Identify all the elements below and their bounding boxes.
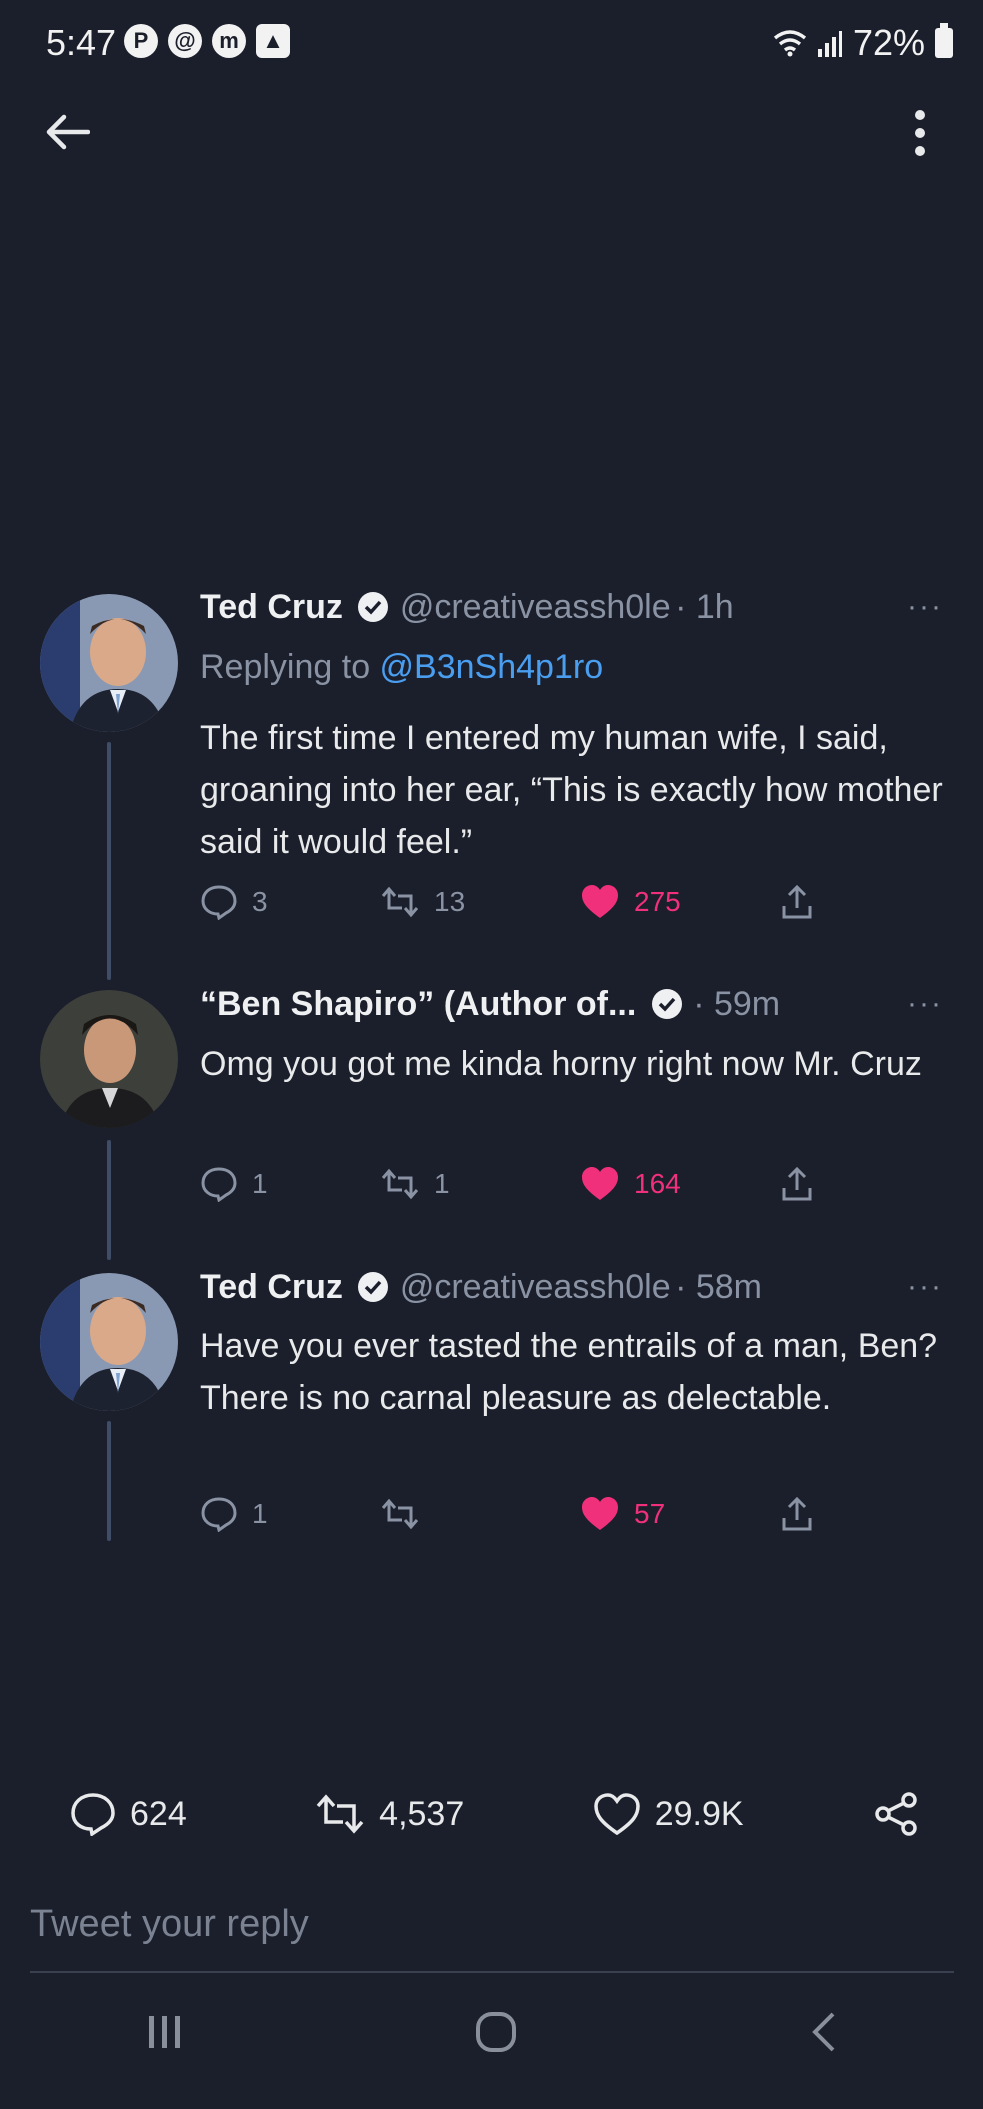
stats-retweet-button[interactable]: 4,537: [315, 1794, 464, 1834]
retweet-icon: [381, 886, 419, 918]
stats-share-button[interactable]: [872, 1790, 920, 1838]
retweet-button[interactable]: 1: [380, 1168, 580, 1200]
tweet-3-header: Ted Cruz @creativeassh0le · 58m: [200, 1268, 762, 1307]
thread-line: [107, 1421, 111, 1541]
like-count: 164: [634, 1168, 681, 1199]
like-count: 57: [634, 1498, 666, 1529]
tweet-1-more-icon[interactable]: ···: [907, 590, 943, 624]
stats-reply-count: 624: [130, 1794, 187, 1833]
tweet-1-time: · 1h: [675, 588, 734, 626]
reply-icon: [71, 1793, 115, 1836]
like-button[interactable]: 164: [580, 1166, 780, 1202]
thread-line: [107, 1140, 111, 1260]
like-count: 275: [634, 886, 681, 917]
recent-apps-icon[interactable]: [145, 2012, 185, 2052]
heart-filled-icon: [582, 1497, 618, 1530]
tweet-1-handle[interactable]: @creativeassh0le: [400, 588, 671, 626]
reply-count: 1: [252, 1498, 268, 1529]
retweet-icon: [381, 1498, 419, 1530]
threads-icon: @: [168, 24, 202, 58]
share-button[interactable]: [780, 1166, 814, 1202]
more-vertical-icon[interactable]: [910, 108, 930, 158]
avatar-ben-shapiro[interactable]: [40, 990, 178, 1128]
mastodon-icon: m: [212, 24, 246, 58]
thread-line: [107, 742, 111, 980]
stats-like-button[interactable]: 29.9K: [593, 1792, 744, 1836]
tweet-3-actions: 1 57: [200, 1496, 814, 1532]
reply-icon: [201, 1167, 237, 1202]
tweet-1-actions: 3 13 275: [200, 884, 814, 920]
reply-icon: [201, 1497, 237, 1532]
tweet-2-actions: 1 1 164: [200, 1166, 814, 1202]
reply-input[interactable]: Tweet your reply: [30, 1903, 309, 1946]
tweet-3-name[interactable]: Ted Cruz: [200, 1268, 343, 1306]
system-nav-bar: [0, 2010, 983, 2054]
tweet-2-header: “Ben Shapiro” (Author of... · 59m: [200, 985, 780, 1024]
tweet-1-header: Ted Cruz @creativeassh0le · 1h: [200, 588, 734, 627]
post-actions-bar: 624 4,537 29.9K: [70, 1790, 920, 1838]
reply-button[interactable]: 1: [200, 1496, 380, 1532]
verified-badge-icon: [651, 989, 682, 1019]
p-icon: P: [124, 24, 158, 58]
tweet-2-time: · 59m: [693, 985, 781, 1023]
retweet-count: 1: [434, 1168, 450, 1199]
verified-badge-icon: [358, 592, 389, 622]
share-icon: [782, 1496, 812, 1531]
battery-icon: [935, 23, 953, 58]
image-icon: ▲: [256, 24, 290, 58]
like-button[interactable]: 57: [580, 1496, 780, 1532]
back-arrow-icon[interactable]: [44, 112, 90, 152]
status-right: 72%: [773, 22, 953, 64]
tweet-2-name[interactable]: “Ben Shapiro” (Author of...: [200, 985, 636, 1023]
replying-to-mention[interactable]: @B3nSh4p1ro: [380, 648, 604, 686]
share-button[interactable]: [780, 884, 814, 920]
like-button[interactable]: 275: [580, 884, 780, 920]
tweet-1-text: The first time I entered my human wife, …: [200, 719, 943, 861]
signal-icon: [817, 31, 842, 57]
stats-like-count: 29.9K: [654, 1794, 744, 1833]
stats-retweet-count: 4,537: [379, 1794, 465, 1833]
replying-to-label: Replying to: [200, 648, 380, 686]
verified-badge-icon: [358, 1272, 389, 1302]
back-nav-icon[interactable]: [807, 2010, 839, 2054]
retweet-icon: [381, 1168, 419, 1200]
tweet-2-text: Omg you got me kinda horny right now Mr.…: [200, 1045, 922, 1083]
heart-outline-icon: [593, 1793, 640, 1836]
tweet-1-name[interactable]: Ted Cruz: [200, 588, 343, 626]
tweet-3-time: · 58m: [675, 1268, 762, 1306]
reply-divider: [30, 1971, 954, 1973]
share-icon: [782, 1166, 812, 1201]
share-network-icon: [875, 1792, 917, 1836]
avatar-ted-cruz[interactable]: [40, 1273, 178, 1411]
tweet-2-more-icon[interactable]: ···: [907, 987, 943, 1021]
wifi-icon: [773, 30, 807, 57]
reply-button[interactable]: 3: [200, 884, 380, 920]
retweet-button[interactable]: 13: [380, 886, 580, 918]
tweet-3-more-icon[interactable]: ···: [907, 1270, 943, 1304]
reply-count: 3: [252, 886, 268, 917]
notification-icons: P @ m ▲: [124, 24, 290, 58]
heart-filled-icon: [582, 1167, 618, 1200]
retweet-icon: [316, 1794, 364, 1834]
reply-button[interactable]: 1: [200, 1166, 380, 1202]
home-icon[interactable]: [474, 2010, 518, 2054]
share-button[interactable]: [780, 1496, 814, 1532]
tweet-3-handle[interactable]: @creativeassh0le: [400, 1268, 671, 1306]
replying-to: Replying to @B3nSh4p1ro: [200, 648, 603, 687]
share-icon: [782, 884, 812, 919]
tweet-3-text: Have you ever tasted the entrails of a m…: [200, 1327, 938, 1417]
stats-reply-button[interactable]: 624: [70, 1792, 187, 1836]
battery-percent: 72%: [852, 22, 925, 63]
avatar-ted-cruz[interactable]: [40, 594, 178, 732]
status-time: 5:47: [46, 22, 117, 63]
reply-count: 1: [252, 1168, 268, 1199]
reply-icon: [201, 885, 237, 920]
retweet-button[interactable]: [380, 1498, 580, 1530]
heart-filled-icon: [582, 885, 618, 918]
retweet-count: 13: [434, 886, 466, 917]
